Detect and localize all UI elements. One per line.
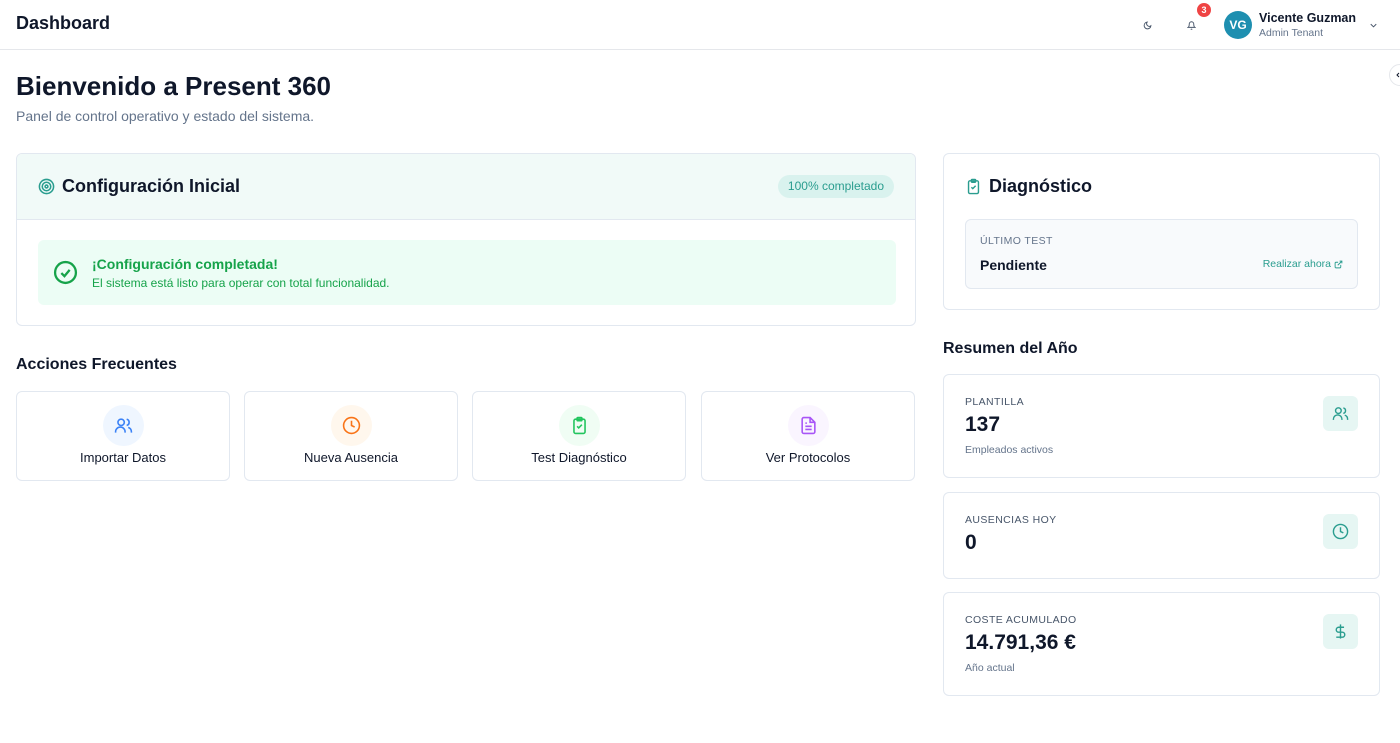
config-card-header: Configuración Inicial 100% completado — [17, 154, 915, 220]
user-name: Vicente Guzman — [1259, 10, 1357, 25]
stat-card-absences: AUSENCIAS HOY 0 — [943, 492, 1380, 579]
config-title: Configuración Inicial — [62, 176, 241, 196]
view-protocols-button[interactable]: Ver Protocolos — [701, 391, 915, 481]
action-icon-circle — [331, 405, 372, 446]
action-label: Ver Protocolos — [765, 450, 851, 465]
action-icon-circle — [103, 405, 144, 446]
check-circle-icon — [53, 260, 78, 285]
user-role: Admin Tenant — [1259, 26, 1324, 39]
diagnostic-title: Diagnóstico — [989, 176, 1093, 196]
stat-value: 0 — [965, 531, 977, 554]
progress-badge: 100% completado — [777, 175, 894, 198]
stat-card-cost: COSTE ACUMULADO 14.791,36 € Año actual — [943, 592, 1380, 696]
clock-icon — [1332, 523, 1349, 540]
run-now-link[interactable]: Realizar ahora — [1263, 258, 1343, 270]
avatar: VG — [1224, 11, 1252, 39]
users-icon — [1332, 407, 1349, 420]
page-title: Bienvenido a Present 360 — [16, 71, 332, 101]
stat-subtext: Empleados activos — [965, 444, 1054, 456]
action-icon-circle — [788, 405, 829, 446]
summary-section-title: Resumen del Año — [943, 340, 1078, 357]
page-subtitle: Panel de control operativo y estado del … — [16, 108, 315, 124]
stat-icon-box — [1323, 514, 1358, 549]
external-link-icon — [1334, 260, 1343, 268]
action-label: Nueva Ausencia — [304, 450, 398, 465]
clipboard-check-icon — [967, 178, 980, 195]
bell-icon — [1186, 20, 1196, 30]
stat-subtext: Año actual — [965, 662, 1015, 674]
chevron-down-icon — [1370, 23, 1377, 28]
import-data-button[interactable]: Importar Datos — [16, 391, 230, 481]
success-title: ¡Configuración completada! — [92, 256, 278, 272]
action-icon-circle — [559, 405, 600, 446]
action-label: Importar Datos — [80, 450, 166, 465]
diagnostic-test-button[interactable]: Test Diagnóstico — [472, 391, 686, 481]
stat-label: AUSENCIAS HOY — [965, 514, 1057, 526]
clipboard-check-icon — [573, 416, 586, 435]
stat-value: 14.791,36 € — [965, 631, 1076, 654]
stat-card-headcount: PLANTILLA 137 Empleados activos — [943, 374, 1380, 478]
theme-toggle-button[interactable] — [1137, 15, 1157, 35]
config-card: Configuración Inicial 100% completado ¡C… — [16, 153, 916, 326]
stat-icon-box — [1323, 396, 1358, 431]
last-test-panel: ÚLTIMO TEST Pendiente Realizar ahora — [965, 219, 1358, 289]
last-test-label: ÚLTIMO TEST — [980, 235, 1053, 247]
stat-label: PLANTILLA — [965, 396, 1025, 408]
last-test-value: Pendiente — [980, 257, 1047, 273]
new-absence-button[interactable]: Nueva Ausencia — [244, 391, 458, 481]
stat-value: 137 — [965, 413, 1001, 436]
stat-label: COSTE ACUMULADO — [965, 614, 1077, 626]
stat-icon-box — [1323, 614, 1358, 649]
run-now-label: Realizar ahora — [1262, 258, 1331, 270]
users-icon — [114, 418, 133, 433]
notifications-badge: 3 — [1197, 3, 1211, 17]
dollar-icon — [1335, 624, 1346, 639]
chevron-left-icon — [1396, 72, 1400, 78]
diagnostic-card: Diagnóstico ÚLTIMO TEST Pendiente Realiz… — [943, 153, 1380, 310]
moon-icon — [1143, 21, 1151, 29]
user-menu[interactable]: VG Vicente Guzman Admin Tenant — [1224, 9, 1379, 41]
file-text-icon — [801, 416, 816, 435]
success-alert: ¡Configuración completada! El sistema es… — [38, 240, 896, 305]
app-title: Dashboard — [16, 13, 111, 33]
actions-section-title: Acciones Frecuentes — [16, 356, 177, 373]
panel-collapse-button[interactable] — [1389, 64, 1400, 86]
clock-icon — [342, 416, 361, 435]
notifications-button[interactable] — [1181, 15, 1201, 35]
success-description: El sistema está listo para operar con to… — [92, 276, 390, 290]
action-label: Test Diagnóstico — [531, 450, 627, 465]
target-icon — [38, 178, 55, 195]
